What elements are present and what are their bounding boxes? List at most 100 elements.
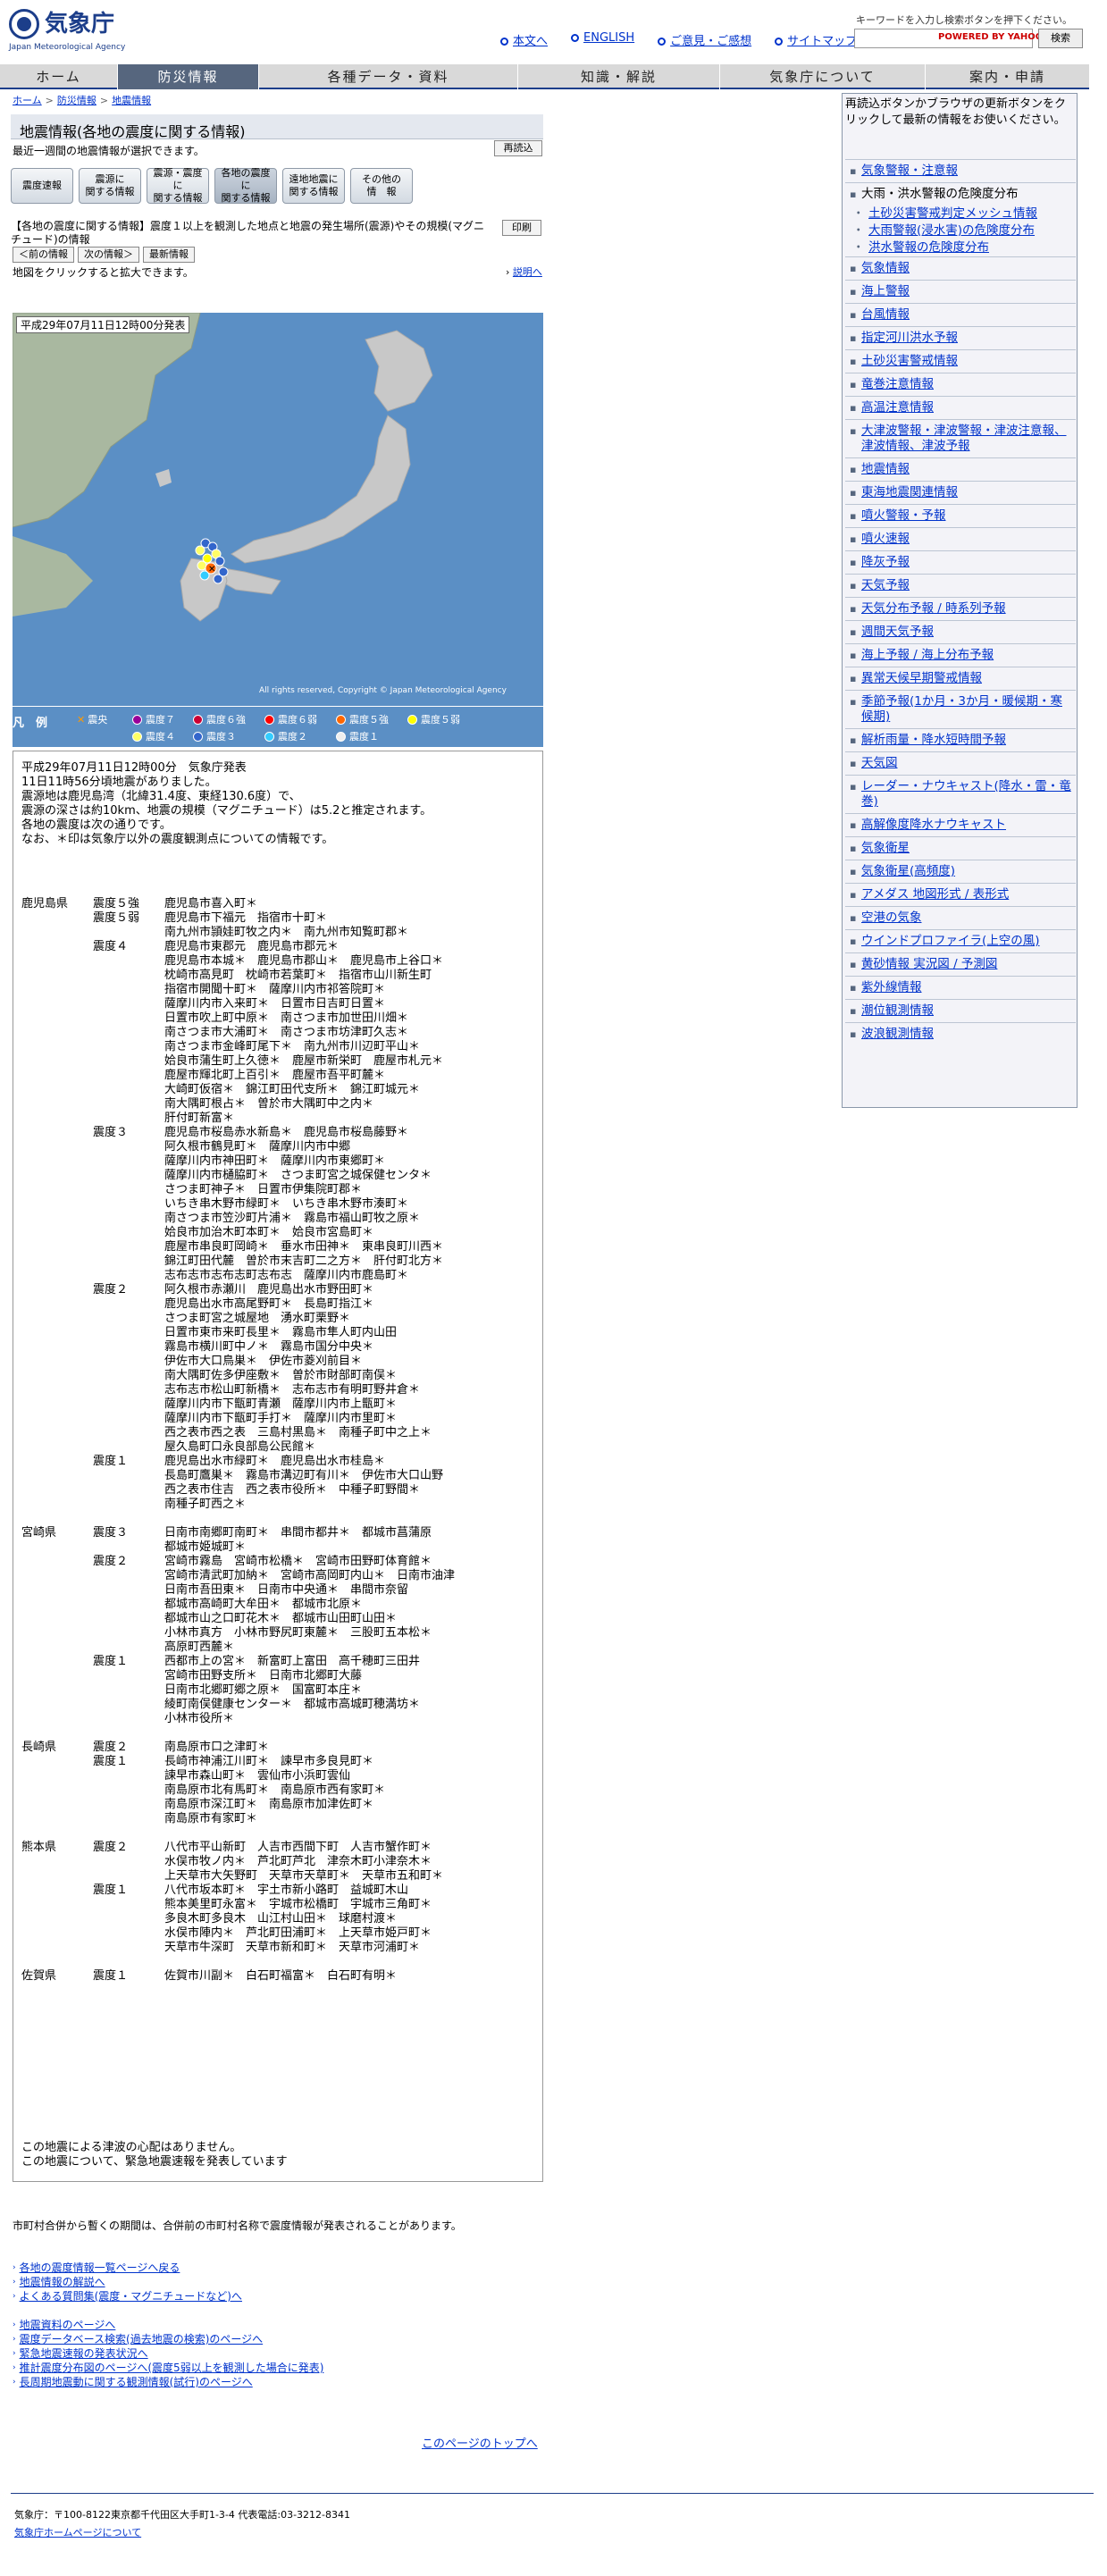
sidebar-item-label[interactable]: ウインドプロファイラ(上空の風): [861, 934, 1040, 948]
nav-about[interactable]: 気象庁について: [720, 64, 926, 89]
link-eq-explanation[interactable]: › 地震情報の解説へ: [13, 2275, 242, 2289]
nav-knowledge[interactable]: 知識・解説: [518, 64, 720, 89]
nav-data[interactable]: 各種データ・資料: [259, 64, 518, 89]
sidebar-item[interactable]: 気象衛星(高頻度): [845, 860, 1076, 883]
sidebar-item[interactable]: 噴火警報・予報: [845, 504, 1076, 527]
sidebar-subitem-label[interactable]: 洪水警報の危険度分布: [868, 240, 989, 255]
sidebar-item-label[interactable]: 天気図: [861, 756, 898, 770]
sidebar-item[interactable]: 解析雨量・降水短時間予報: [845, 728, 1076, 751]
sidebar-item-label[interactable]: 紫外線情報: [861, 980, 922, 994]
footer-home-link[interactable]: 気象庁ホームページについて: [14, 2525, 141, 2539]
sidebar-item[interactable]: 紫外線情報: [845, 976, 1076, 999]
sidebar-item[interactable]: 地震情報: [845, 457, 1076, 481]
sidebar-item[interactable]: 竜巻注意情報: [845, 373, 1076, 396]
nav-disaster-info[interactable]: 防災情報: [118, 64, 259, 89]
earthquake-map[interactable]: ✕: [13, 313, 543, 706]
sidebar-item-label[interactable]: 気象警報・注意報: [861, 164, 958, 178]
sidebar-item-label[interactable]: 天気予報: [861, 578, 910, 592]
sidebar-item-label[interactable]: 東海地震関連情報: [861, 485, 958, 499]
sidebar-item[interactable]: ウインドプロファイラ(上空の風): [845, 929, 1076, 952]
link-intensity-list[interactable]: › 各地の震度情報一覧ページへ戻る: [13, 2261, 242, 2275]
sidebar-item[interactable]: 天気予報: [845, 574, 1076, 597]
sidebar-item-label[interactable]: 波浪観測情報: [861, 1027, 934, 1041]
sidebar-item[interactable]: 海上警報: [845, 280, 1076, 303]
latest-info-button[interactable]: 最新情報: [143, 247, 195, 263]
sidebar-item-label[interactable]: 季節予報(1か月・3か月・暖候期・寒候期): [861, 694, 1062, 724]
prev-info-button[interactable]: ＜前の情報: [13, 247, 74, 263]
sidebar-subitem-label[interactable]: 大雨警報(浸水害)の危険度分布: [868, 223, 1035, 238]
breadcrumb-earthquake[interactable]: 地震情報: [112, 95, 151, 106]
sidebar-item-label[interactable]: 台風情報: [861, 307, 910, 322]
print-button[interactable]: 印刷: [502, 220, 541, 236]
reload-button[interactable]: 再読込: [494, 140, 542, 156]
sidebar-item[interactable]: 海上予報 / 海上分布予報: [845, 643, 1076, 667]
sidebar-item-label[interactable]: 噴火速報: [861, 532, 910, 546]
sidebar-item[interactable]: 降灰予報: [845, 550, 1076, 574]
sidebar-item[interactable]: 気象警報・注意報: [845, 159, 1076, 182]
link-estimated-intensity[interactable]: › 推計震度分布図のページへ(震度5弱以上を観測した場合に発表): [13, 2361, 323, 2375]
sidebar-item-label[interactable]: 降灰予報: [861, 555, 910, 569]
link-sitemap[interactable]: サイトマップ: [775, 31, 857, 48]
link-long-period[interactable]: › 長周期地震動に関する観測情報(試行)のページへ: [13, 2375, 323, 2389]
sidebar-item-label[interactable]: 異常天候早期警戒情報: [861, 671, 982, 685]
sidebar-item-label[interactable]: レーダー・ナウキャスト(降水・雷・竜巻): [861, 779, 1071, 809]
sidebar-item-label[interactable]: 土砂災害警戒情報: [861, 354, 958, 368]
next-info-button[interactable]: 次の情報＞: [78, 247, 139, 263]
sidebar-item[interactable]: 異常天候早期警戒情報: [845, 667, 1076, 690]
nav-guide[interactable]: 案内・申請: [926, 64, 1090, 89]
sidebar-subitem[interactable]: 洪水警報の危険度分布: [845, 239, 1076, 256]
sidebar-item-label[interactable]: 空港の気象: [861, 910, 922, 925]
sidebar-item-label[interactable]: 高解像度降水ナウキャスト: [861, 818, 1006, 832]
sidebar-item[interactable]: 気象情報: [845, 256, 1076, 280]
link-english[interactable]: ENGLISH: [571, 31, 634, 48]
sidebar-item[interactable]: 黄砂情報 実況図 / 予測図: [845, 952, 1076, 976]
link-intensity-db[interactable]: › 震度データベース検索(過去地震の検索)のページへ: [13, 2332, 323, 2346]
sidebar-subitem[interactable]: 大雨警報(浸水害)の危険度分布: [845, 222, 1076, 239]
sidebar-item[interactable]: 大津波警報・津波警報・津波注意報、津波情報、津波予報: [845, 419, 1076, 457]
sidebar-item-label[interactable]: 解析雨量・降水短時間予報: [861, 733, 1006, 747]
sidebar-item-label[interactable]: 潮位観測情報: [861, 1003, 934, 1018]
sidebar-item-label[interactable]: 大津波警報・津波警報・津波注意報、津波情報、津波予報: [861, 424, 1067, 453]
sidebar-item[interactable]: 潮位観測情報: [845, 999, 1076, 1022]
sidebar-item-label[interactable]: 海上予報 / 海上分布予報: [861, 648, 994, 662]
sidebar-item-label[interactable]: 天気分布予報 / 時系列予報: [861, 601, 1006, 616]
sidebar-item[interactable]: 台風情報: [845, 303, 1076, 326]
sidebar-item[interactable]: アメダス 地図形式 / 表形式: [845, 883, 1076, 906]
sidebar-item[interactable]: 空港の気象: [845, 906, 1076, 929]
sidebar-item[interactable]: 波浪観測情報: [845, 1022, 1076, 1045]
sidebar-item[interactable]: レーダー・ナウキャスト(降水・雷・竜巻): [845, 775, 1076, 813]
search-button[interactable]: 検索: [1038, 29, 1083, 48]
sidebar-item-label[interactable]: 竜巻注意情報: [861, 377, 934, 391]
explanation-link[interactable]: › 説明へ: [506, 264, 542, 279]
tab-other[interactable]: その他の 情 報: [350, 168, 413, 204]
sidebar-item-label[interactable]: 地震情報: [861, 462, 910, 476]
sidebar-item[interactable]: 天気図: [845, 751, 1076, 775]
sidebar-item[interactable]: 噴火速報: [845, 527, 1076, 550]
link-eq-materials[interactable]: › 地震資料のページへ: [13, 2318, 323, 2332]
tab-local-intensity[interactable]: 各地の震度に 関する情報: [214, 167, 277, 204]
sidebar-item-label[interactable]: 海上警報: [861, 284, 910, 298]
link-eew-status[interactable]: › 緊急地震速報の発表状況へ: [13, 2346, 323, 2361]
sidebar-item-label[interactable]: アメダス 地図形式 / 表形式: [861, 887, 1009, 902]
sidebar-item[interactable]: 週間天気予報: [845, 620, 1076, 643]
sidebar-item-label[interactable]: 気象情報: [861, 261, 910, 275]
sidebar-item-label[interactable]: 黄砂情報 実況図 / 予測図: [861, 957, 997, 971]
tab-hypocenter[interactable]: 震源に 関する情報: [79, 168, 141, 204]
link-main-content[interactable]: 本文へ: [500, 31, 548, 48]
sidebar-item[interactable]: 気象衛星: [845, 836, 1076, 860]
sidebar-item-label[interactable]: 噴火警報・予報: [861, 508, 946, 523]
sidebar-item[interactable]: 天気分布予報 / 時系列予報: [845, 597, 1076, 620]
sidebar-item-label[interactable]: 気象衛星: [861, 841, 910, 855]
sidebar-item[interactable]: 指定河川洪水予報: [845, 326, 1076, 349]
link-faq[interactable]: › よくある質問集(震度・マグニチュードなど)へ: [13, 2289, 242, 2303]
breadcrumb-disaster[interactable]: 防災情報: [57, 95, 96, 106]
sidebar-item-label[interactable]: 気象衛星(高頻度): [861, 864, 955, 878]
breadcrumb-home[interactable]: ホーム: [13, 95, 42, 106]
sidebar-item[interactable]: 高温注意情報: [845, 396, 1076, 419]
sidebar-item-label[interactable]: 指定河川洪水予報: [861, 331, 958, 345]
sidebar-item-label[interactable]: 高温注意情報: [861, 400, 934, 415]
sidebar-item[interactable]: 土砂災害警戒情報: [845, 349, 1076, 373]
jma-logo[interactable]: 気象庁: [9, 9, 114, 39]
nav-home[interactable]: ホーム: [0, 64, 118, 89]
sidebar-subitem[interactable]: 土砂災害警戒判定メッシュ情報: [845, 206, 1076, 222]
